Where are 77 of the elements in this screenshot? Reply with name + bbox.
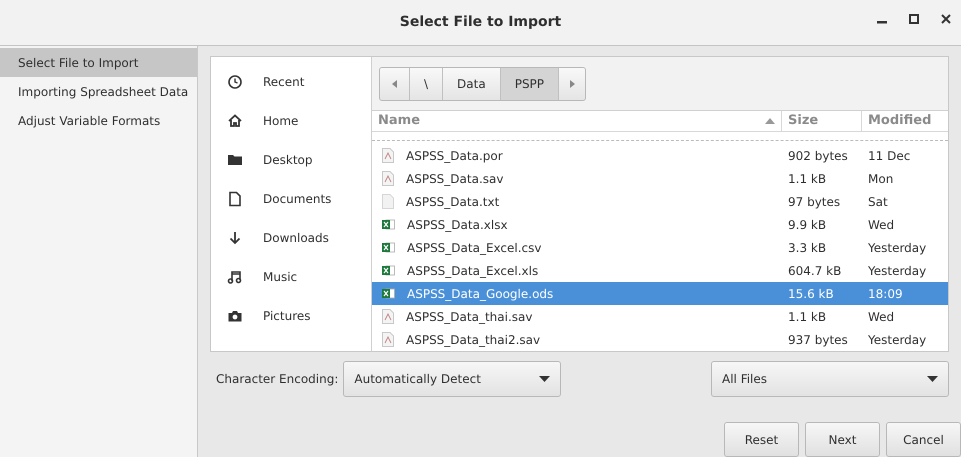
file-modified: Yesterday <box>867 262 928 280</box>
file-row[interactable]: ASPSS_Data.por 902 bytes 11 Dec <box>372 144 948 167</box>
file-icon <box>382 194 394 209</box>
file-modified: 18:09 <box>867 286 904 302</box>
file-modified: Wed <box>867 308 896 326</box>
file-name: ASPSS_Data.xlsx <box>407 216 508 234</box>
document-icon <box>227 191 243 207</box>
place-item[interactable]: Pictures <box>263 307 311 325</box>
spreadsheet-file-icon <box>382 218 395 231</box>
file-row[interactable]: ASPSS_Data.sav 1.1 kB Mon <box>372 167 948 190</box>
spreadsheet-file-icon <box>382 287 395 300</box>
file-size: 15.6 kB <box>787 286 835 302</box>
file-modified: Sat <box>867 194 889 210</box>
file-name: ASPSS_Data_thai2.sav <box>406 332 540 348</box>
maximize-icon[interactable] <box>909 14 919 24</box>
dialog-button[interactable]: Next <box>805 422 880 457</box>
place-item[interactable]: Recent <box>263 73 304 91</box>
dropdown-caret-icon <box>539 376 550 382</box>
file-name: ASPSS_Data_thai.sav <box>406 308 532 326</box>
file-size: 1.1 kB <box>787 170 828 188</box>
file-row[interactable]: ASPSS_Data_Excel.csv 3.3 kB Yesterday <box>372 236 948 259</box>
file-size: 3.3 kB <box>787 240 828 256</box>
camera-icon <box>227 308 243 324</box>
file-icon <box>382 332 394 347</box>
file-size: 97 bytes <box>787 194 842 210</box>
file-row[interactable]: ASPSS_Data_Excel.xls 604.7 kB Yesterday <box>372 259 948 282</box>
file-row[interactable]: ASPSS_Data.txt 97 bytes Sat <box>372 190 948 213</box>
step-item[interactable]: Adjust Variable Formats <box>0 106 197 135</box>
folder-icon <box>227 152 243 168</box>
house-icon <box>227 113 243 129</box>
file-modified: 11 Dec <box>867 148 912 164</box>
file-size: 937 bytes <box>787 332 849 348</box>
file-size: 9.9 kB <box>787 216 828 234</box>
place-item[interactable]: Home <box>263 112 298 130</box>
down-arrow-icon <box>227 230 243 246</box>
file-type-dropdown[interactable]: All Files <box>711 361 949 397</box>
close-icon[interactable] <box>941 14 951 24</box>
right-arrow-icon <box>570 80 575 88</box>
sort-up-icon <box>765 118 775 124</box>
dialog-button[interactable]: Cancel <box>886 422 961 457</box>
spreadsheet-file-icon <box>382 241 395 254</box>
path-button[interactable]: \ <box>410 68 444 100</box>
file-name: ASPSS_Data.por <box>406 148 503 164</box>
encoding-label: Character Encoding: <box>216 371 338 388</box>
file-name: ASPSS_Data.txt <box>406 194 500 210</box>
file-modified: Yesterday <box>867 332 928 348</box>
path-button[interactable]: PSPP <box>500 68 560 100</box>
file-icon <box>382 148 394 163</box>
step-item[interactable]: Importing Spreadsheet Data <box>0 77 197 106</box>
encoding-dropdown[interactable]: Automatically Detect <box>343 361 562 397</box>
spreadsheet-file-icon <box>382 264 395 277</box>
file-icon <box>382 171 394 186</box>
place-item[interactable]: Downloads <box>263 229 329 247</box>
file-size: 1.1 kB <box>787 308 828 326</box>
music-note-icon <box>227 269 243 285</box>
window-title: Select File to Import <box>400 13 562 32</box>
file-row[interactable]: ASPSS_Data_thai2.sav 937 bytes Yesterday <box>372 328 948 351</box>
file-modified: Mon <box>867 170 894 188</box>
file-row[interactable]: ASPSS_Data.xlsx 9.9 kB Wed <box>372 213 948 236</box>
left-arrow-icon <box>392 80 397 88</box>
file-row[interactable]: ASPSS_Data_thai.sav 1.1 kB Wed <box>372 305 948 328</box>
place-item[interactable]: Music <box>263 268 298 286</box>
file-size: 902 bytes <box>787 148 849 164</box>
dialog-button[interactable]: Reset <box>724 422 799 457</box>
file-icon <box>382 309 394 324</box>
file-size: 604.7 kB <box>787 262 842 280</box>
file-modified: Yesterday <box>867 240 928 256</box>
place-item[interactable]: Desktop <box>263 151 312 169</box>
file-modified: Wed <box>867 216 896 234</box>
step-item[interactable]: Select File to Import <box>0 48 197 77</box>
file-name: ASPSS_Data_Excel.csv <box>407 240 542 256</box>
dropdown-caret-icon <box>927 376 938 382</box>
file-name: ASPSS_Data_Excel.xls <box>407 262 538 280</box>
file-name: ASPSS_Data.sav <box>406 170 504 188</box>
clock-icon <box>227 74 243 90</box>
place-item[interactable]: Documents <box>263 190 332 208</box>
file-name: ASPSS_Data_Google.ods <box>407 286 554 302</box>
